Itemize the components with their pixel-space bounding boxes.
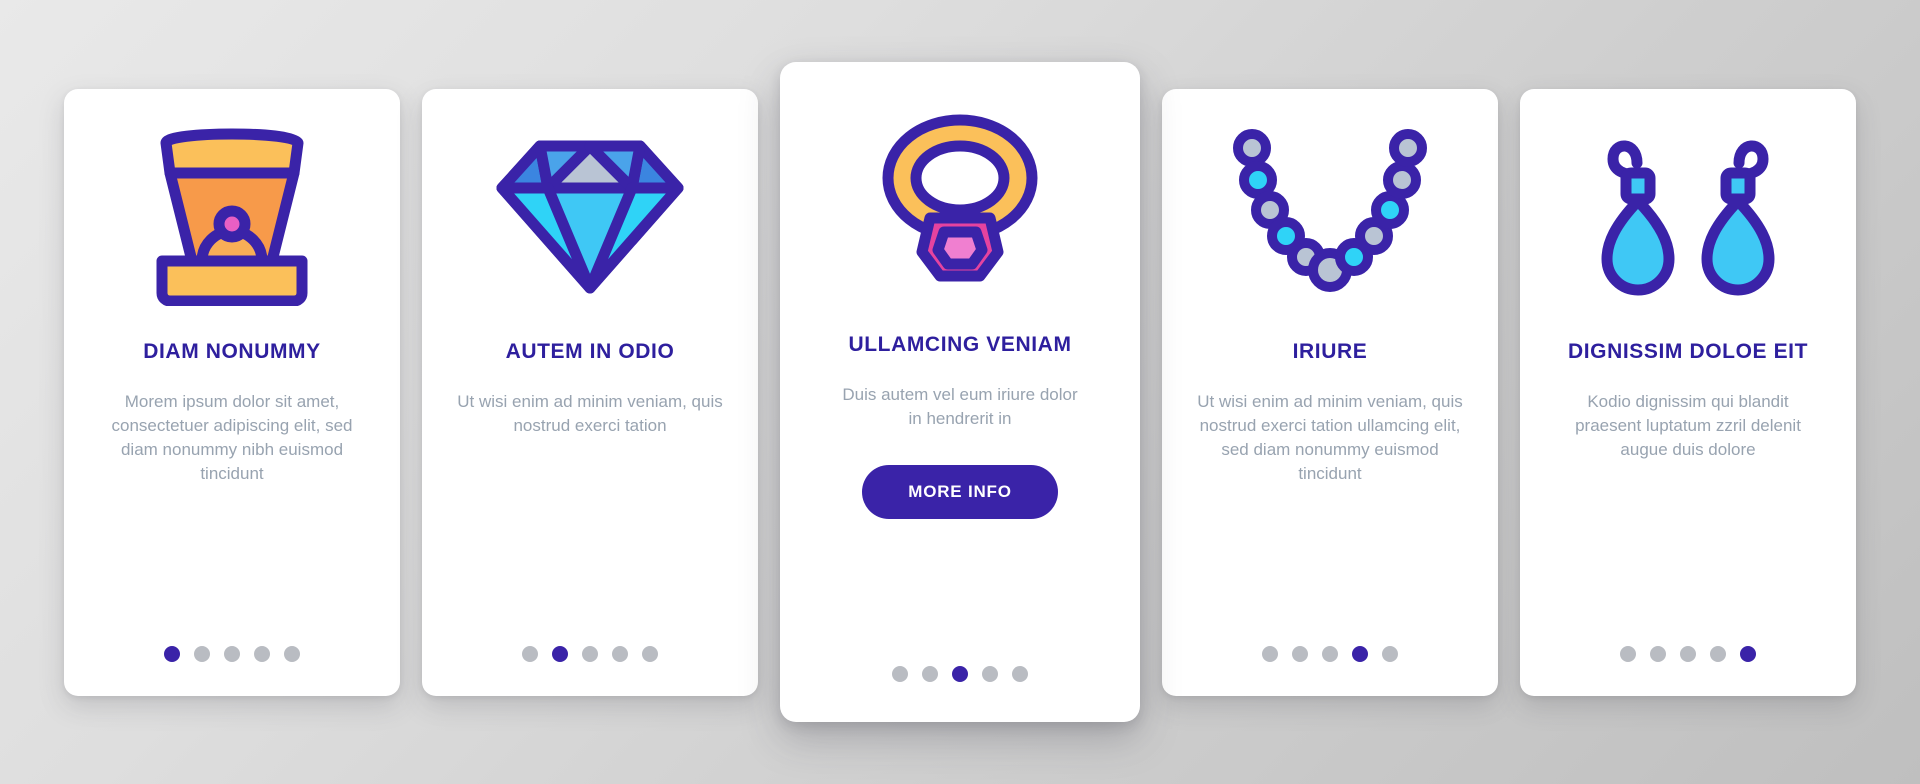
pagination-dot-3-active[interactable] <box>952 666 968 682</box>
pearl-necklace-icon-svg <box>1233 129 1427 292</box>
pagination-dots <box>780 666 1140 682</box>
pagination-dots <box>64 645 400 662</box>
pagination-dot-4[interactable] <box>982 666 998 682</box>
pagination-dot-2[interactable] <box>922 666 938 682</box>
ring-box-icon-svg <box>156 128 308 306</box>
card-title: DIAM NONUMMY <box>143 339 321 363</box>
pagination-dot-4[interactable] <box>1710 645 1726 662</box>
pagination-dot-1[interactable] <box>892 666 908 682</box>
diamond-icon-svg <box>496 140 684 294</box>
pagination-dot-4-active[interactable] <box>1352 645 1368 662</box>
pagination-dot-4[interactable] <box>254 645 270 662</box>
diamond-icon <box>438 89 742 339</box>
pagination-dot-1[interactable] <box>1262 645 1278 662</box>
pagination-dot-5[interactable] <box>284 645 300 662</box>
card-title: AUTEM IN ODIO <box>505 339 675 363</box>
onboarding-screens-backdrop: DIAM NONUMMY Morem ipsum dolor sit amet, … <box>0 0 1920 784</box>
card-body-text: Morem ipsum dolor sit amet, consectetuer… <box>111 391 353 484</box>
onboarding-card-1[interactable]: DIAM NONUMMY Morem ipsum dolor sit amet, … <box>64 88 400 696</box>
onboarding-card-4[interactable]: IRIURE Ut wisi enim ad minim veniam, quis… <box>1162 88 1498 696</box>
card-body-text: Ut wisi enim ad minim veniam, quis nostr… <box>1197 391 1463 484</box>
card-body-text: Duis autem vel eum iriure dolor in hendr… <box>842 385 1078 429</box>
pagination-dot-3[interactable] <box>582 645 598 662</box>
onboarding-card-5[interactable]: DIGNISSIM DOLOE EIT Kodio dignissim qui b… <box>1520 88 1856 696</box>
more-info-button[interactable]: MORE INFO <box>862 465 1058 520</box>
card-title: ULLAMCING VENIAM <box>848 333 1072 356</box>
pagination-dot-2[interactable] <box>194 645 210 662</box>
gemstone-ring-icon <box>796 62 1124 332</box>
earrings-icon-svg <box>1601 140 1775 295</box>
onboarding-card-3[interactable]: ULLAMCING VENIAM Duis autem vel eum iriur… <box>780 62 1140 722</box>
pagination-dots <box>1520 645 1856 662</box>
pagination-dots <box>1162 645 1498 662</box>
gemstone-ring-icon-svg <box>882 114 1038 281</box>
pagination-dot-1-active[interactable] <box>164 645 180 662</box>
ring-box-icon <box>80 89 384 339</box>
pagination-dot-1[interactable] <box>1620 645 1636 662</box>
pearl-necklace-icon <box>1178 89 1482 339</box>
pagination-dot-3[interactable] <box>224 645 240 662</box>
pagination-dot-2[interactable] <box>1650 645 1666 662</box>
pagination-dot-5[interactable] <box>1382 645 1398 662</box>
pagination-dot-2-active[interactable] <box>552 645 568 662</box>
card-body-text: Ut wisi enim ad minim veniam, quis nostr… <box>457 391 723 435</box>
pagination-dot-3[interactable] <box>1322 645 1338 662</box>
pagination-dot-3[interactable] <box>1680 645 1696 662</box>
card-title: DIGNISSIM DOLOE EIT <box>1567 339 1809 363</box>
earrings-icon <box>1536 89 1840 339</box>
pagination-dot-5[interactable] <box>1012 666 1028 682</box>
onboarding-card-deck: DIAM NONUMMY Morem ipsum dolor sit amet, … <box>0 0 1920 784</box>
card-title: IRIURE <box>1292 339 1368 363</box>
pagination-dot-5-active[interactable] <box>1740 645 1756 662</box>
pagination-dot-4[interactable] <box>612 645 628 662</box>
card-body-text: Kodio dignissim qui blandit praesent lup… <box>1575 391 1801 459</box>
onboarding-card-2[interactable]: AUTEM IN ODIO Ut wisi enim ad minim venia… <box>422 88 758 696</box>
pagination-dots <box>422 645 758 662</box>
pagination-dot-5[interactable] <box>642 645 658 662</box>
pagination-dot-1[interactable] <box>522 645 538 662</box>
pagination-dot-2[interactable] <box>1292 645 1308 662</box>
